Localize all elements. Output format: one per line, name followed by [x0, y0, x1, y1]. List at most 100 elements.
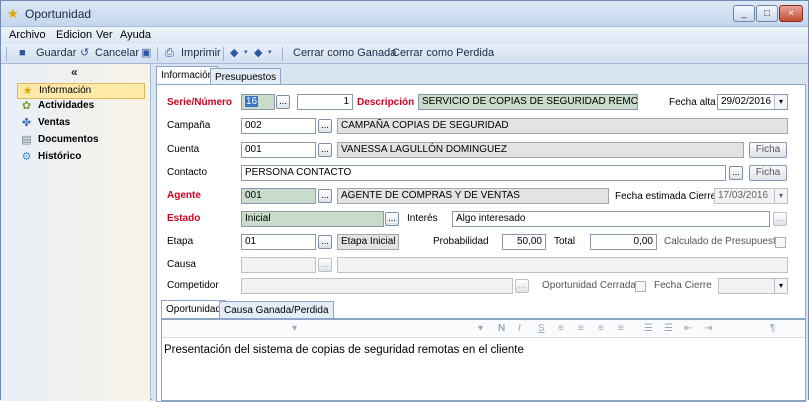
align-center-icon[interactable]: ≡ [578, 323, 584, 334]
contacto-field[interactable]: PERSONA CONTACTO [241, 165, 726, 181]
calculado-presupuestos-label: Calculado de Presupuestos [664, 236, 787, 247]
fecha-cierre-estimada-field[interactable]: 17/03/2016 ▾ [714, 188, 788, 204]
tab-oportunidad[interactable]: Oportunidad [161, 300, 227, 319]
fecha-alta-label: Fecha alta [669, 97, 716, 108]
paragraph-icon[interactable]: ¶ [770, 323, 775, 334]
probabilidad-field[interactable]: 50,00 [502, 234, 546, 250]
print-icon[interactable]: ⎙ [165, 47, 177, 59]
align-right-icon[interactable]: ≡ [598, 323, 604, 334]
print-button[interactable]: Imprimir [181, 47, 221, 59]
serie-label: Serie/Número [167, 97, 233, 108]
competidor-field[interactable] [241, 278, 513, 294]
star-icon: ★ [22, 85, 33, 97]
font-dropdown-icon[interactable]: ▾ [292, 323, 297, 334]
chevron-down-icon[interactable]: ▾ [774, 95, 787, 109]
italic-button[interactable]: I [518, 323, 521, 334]
agente-code-field[interactable]: 001 [241, 188, 316, 204]
calculado-presupuestos-checkbox[interactable] [775, 237, 786, 248]
menu-ver[interactable]: Ver [96, 29, 113, 41]
collapse-sidebar-button[interactable]: « [71, 65, 78, 79]
tab-informacion[interactable]: Información [156, 66, 219, 86]
outdent-icon[interactable]: ⇤ [684, 323, 692, 334]
estado-lookup-button[interactable]: ... [385, 212, 399, 226]
close-lost-button[interactable]: Cerrar como Perdida [392, 47, 494, 59]
chevron-down-icon[interactable]: ▾ [774, 189, 787, 203]
cuenta-ficha-button[interactable]: Ficha [749, 142, 787, 158]
oportunidad-cerrada-checkbox[interactable] [635, 281, 646, 292]
sidebar-item-ventas[interactable]: ✤ Ventas [17, 116, 145, 132]
activities-icon: ✿ [21, 100, 32, 112]
contacto-lookup-button[interactable]: ... [729, 166, 743, 180]
agente-lookup-button[interactable]: ... [318, 189, 332, 203]
probabilidad-label: Probabilidad [433, 236, 489, 247]
save-close-icon[interactable]: ▣ [141, 47, 153, 59]
previous-icon[interactable]: ◆ [230, 47, 242, 59]
menu-archivo[interactable]: Archivo [9, 29, 46, 41]
size-dropdown-icon[interactable]: ▾ [478, 323, 483, 334]
interes-field[interactable]: Algo interesado [452, 211, 770, 227]
contacto-label: Contacto [167, 167, 208, 178]
sidebar-item-informacion[interactable]: ★ Información [17, 83, 145, 99]
documents-icon: ▤ [21, 134, 32, 146]
serie-field[interactable]: 16 [241, 94, 275, 110]
cancel-button[interactable]: Cancelar [95, 47, 139, 59]
serie-value: 16 [245, 96, 259, 107]
underline-button[interactable]: S [538, 323, 545, 334]
campana-lookup-button[interactable]: ... [318, 119, 332, 133]
maximize-button[interactable]: □ [756, 5, 778, 22]
align-left-icon[interactable]: ≡ [558, 323, 564, 334]
causa-lookup-button[interactable]: ... [318, 258, 332, 272]
save-button[interactable]: Guardar [36, 47, 76, 59]
editor-text[interactable]: Presentación del sistema de copias de se… [164, 344, 524, 356]
fecha-alta-field[interactable]: 29/02/2016 ▾ [717, 94, 788, 110]
next-dropdown-icon[interactable]: ▾ [268, 47, 280, 59]
cuenta-label: Cuenta [167, 144, 200, 155]
indent-icon[interactable]: ⇥ [704, 323, 712, 334]
estado-field[interactable]: Inicial [241, 211, 384, 227]
numbered-list-icon[interactable]: ☰ [664, 323, 673, 334]
minimize-button[interactable]: _ [733, 5, 755, 22]
close-won-button[interactable]: Cerrar como Ganada [293, 47, 396, 59]
interes-lookup-button[interactable]: ... [773, 212, 787, 226]
numero-field[interactable]: 1 [297, 94, 353, 110]
menu-edicion[interactable]: Edicion [56, 29, 92, 41]
toolbar: ■ Guardar ↺ Cancelar ▣ ⎙ Imprimir ◆ ▾ ◆ … [1, 44, 808, 64]
undo-icon[interactable]: ↺ [80, 47, 92, 59]
description-editor[interactable]: ▾ ▾ N I S ≡ ≡ ≡ ≡ ☰ ☰ ⇤ ⇥ ¶ Presentación… [161, 319, 806, 401]
sidebar: « ★ Información ✿ Actividades ✤ Ventas ▤… [1, 64, 151, 401]
etapa-lookup-button[interactable]: ... [318, 235, 332, 249]
contacto-ficha-button[interactable]: Ficha [749, 165, 787, 181]
cuenta-code-field[interactable]: 001 [241, 142, 316, 158]
causa-code-field[interactable] [241, 257, 316, 273]
campana-code-field[interactable]: 002 [241, 118, 316, 134]
serie-lookup-button[interactable]: ... [276, 95, 290, 109]
etapa-label: Etapa [167, 236, 194, 247]
cuenta-lookup-button[interactable]: ... [318, 143, 332, 157]
agente-name-field: AGENTE DE COMPRAS Y DE VENTAS [337, 188, 609, 204]
oportunidad-cerrada-label: Oportunidad Cerrada [542, 280, 636, 291]
align-justify-icon[interactable]: ≡ [618, 323, 624, 334]
chevron-down-icon[interactable]: ▾ [774, 279, 787, 293]
close-button[interactable]: × [779, 5, 803, 22]
tab-causa-ganada-perdida[interactable]: Causa Ganada/Perdida [219, 301, 334, 319]
toolbar-grip [6, 47, 7, 61]
menu-ayuda[interactable]: Ayuda [120, 29, 151, 41]
etapa-name-field: Etapa Inicial [337, 234, 399, 250]
descripcion-field[interactable]: SERVICIO DE COPIAS DE SEGURIDAD REMOTAS [418, 94, 638, 110]
fecha-cierre-field[interactable]: ▾ [718, 278, 788, 294]
star-icon: ★ [7, 6, 19, 21]
toolbar-separator [282, 47, 283, 61]
competidor-lookup-button[interactable]: ... [515, 279, 529, 293]
next-icon[interactable]: ◆ [254, 47, 266, 59]
etapa-code-field[interactable]: 01 [241, 234, 316, 250]
tab-presupuestos[interactable]: Presupuestos [210, 68, 282, 85]
sidebar-item-actividades[interactable]: ✿ Actividades [17, 99, 145, 115]
bold-button[interactable]: N [498, 323, 505, 334]
total-field[interactable]: 0,00 [590, 234, 657, 250]
bullet-list-icon[interactable]: ☰ [644, 323, 653, 334]
sidebar-item-label: Documentos [38, 134, 99, 145]
sidebar-item-documentos[interactable]: ▤ Documentos [17, 133, 145, 149]
toolbar-separator [223, 47, 224, 61]
sidebar-item-historico[interactable]: ⚙ Histórico [17, 150, 145, 166]
save-icon[interactable]: ■ [19, 47, 31, 59]
